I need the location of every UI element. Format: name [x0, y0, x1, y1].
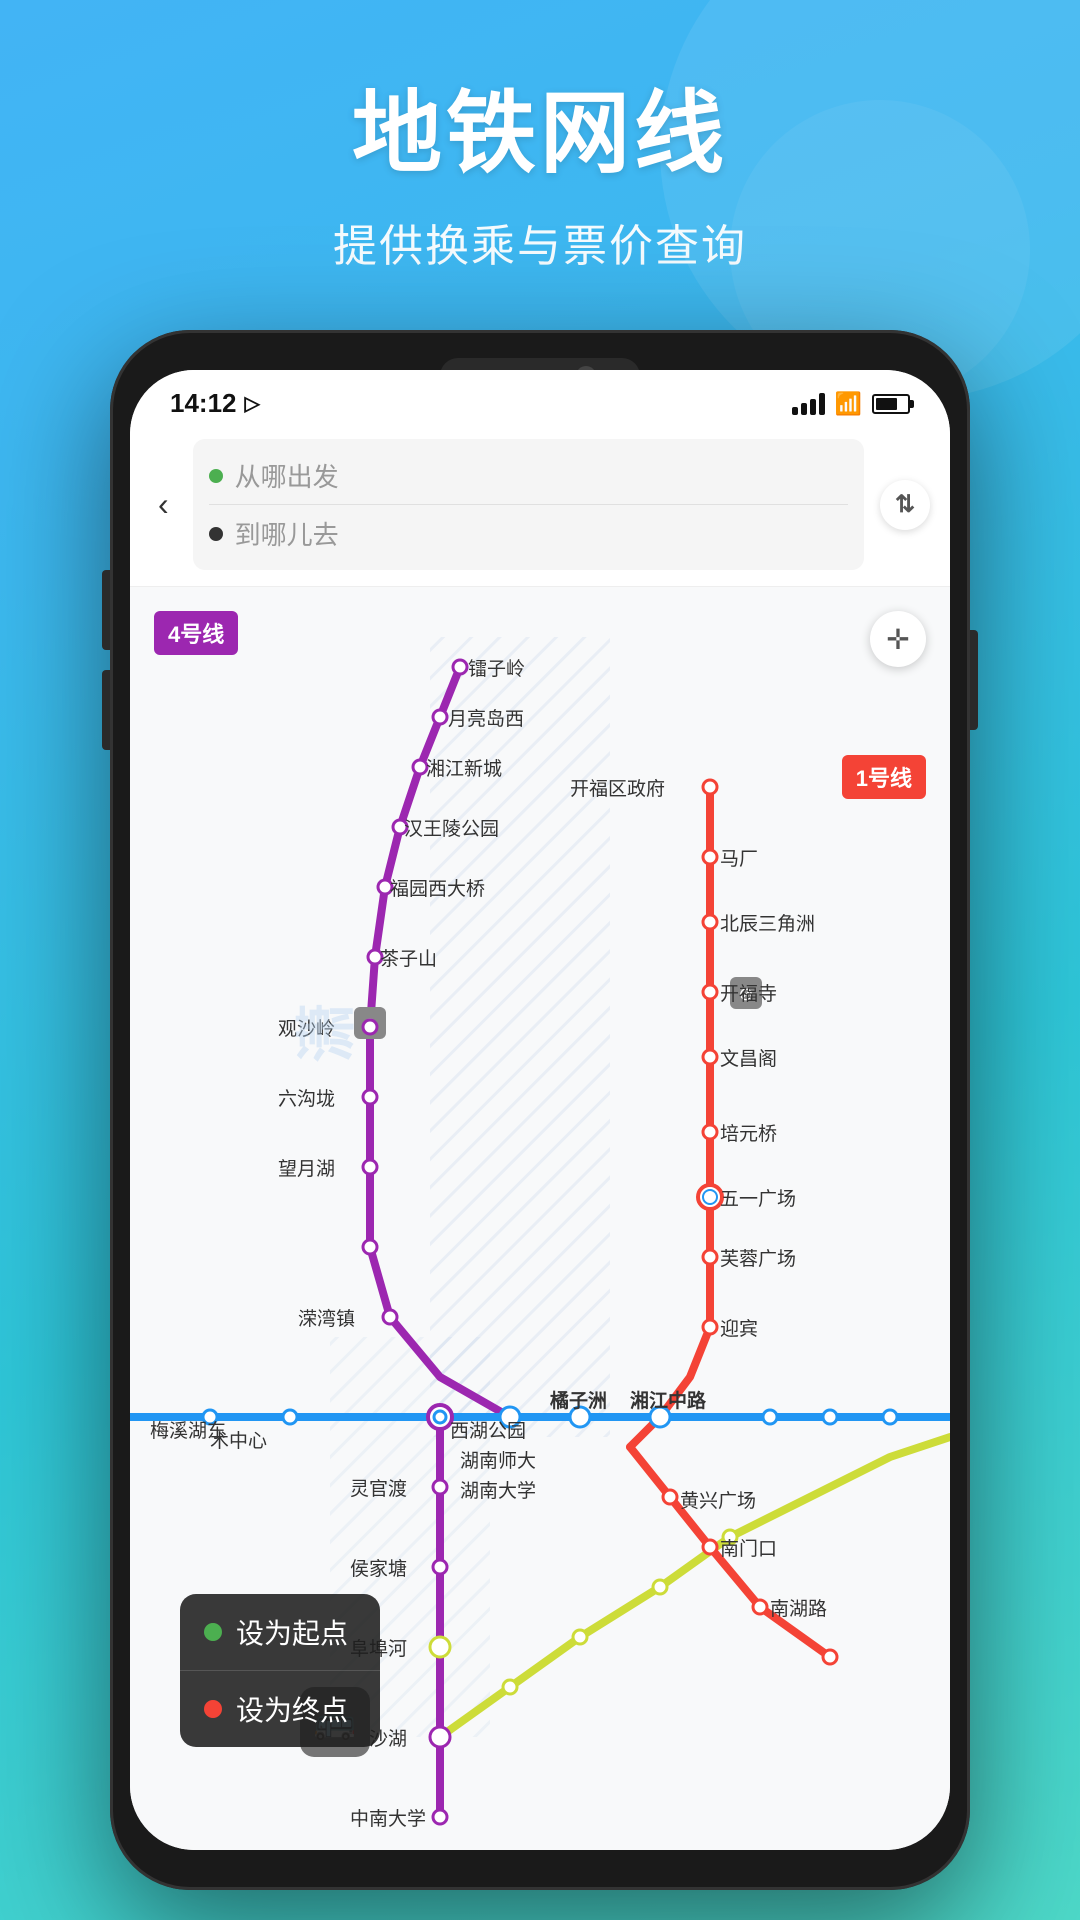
svg-text:西湖公园: 西湖公园 [450, 1420, 526, 1442]
svg-text:六沟垅: 六沟垅 [278, 1088, 335, 1110]
svg-text:望月湖: 望月湖 [278, 1158, 335, 1180]
svg-text:橘子洲: 橘子洲 [549, 1389, 607, 1412]
app-title: 地铁网线 [40, 60, 1040, 190]
wifi-icon: 📶 [835, 391, 862, 417]
status-time: 14:12 ▷ [170, 388, 260, 419]
set-end-item[interactable]: 设为终点 [180, 1671, 380, 1747]
svg-text:北辰三角洲: 北辰三角洲 [720, 913, 815, 935]
svg-text:湖南大学: 湖南大学 [460, 1480, 536, 1502]
swap-button[interactable]: ⇅ [880, 480, 930, 530]
to-placeholder: 到哪儿去 [235, 515, 339, 552]
signal-icon [792, 393, 825, 415]
svg-text:开福区政府: 开福区政府 [570, 778, 665, 800]
navigation-icon: ▷ [245, 391, 260, 416]
svg-text:开福寺: 开福寺 [720, 983, 777, 1005]
svg-text:灵官渡: 灵官渡 [350, 1478, 407, 1500]
phone-screen: 14:12 ▷ 📶 ‹ [130, 370, 950, 1850]
svg-text:湘江新城: 湘江新城 [426, 758, 502, 780]
line4-badge: 4号线 [154, 611, 238, 655]
battery-icon [872, 394, 910, 414]
svg-text:南门口: 南门口 [720, 1538, 777, 1560]
search-area: ‹ 从哪出发 到哪儿去 ⇅ [130, 429, 950, 587]
svg-text:五一广场: 五一广场 [720, 1188, 796, 1210]
swap-icon: ⇅ [895, 490, 915, 519]
end-dot-icon [204, 1700, 222, 1718]
locator-icon: ✛ [886, 623, 909, 656]
svg-text:侯家塘: 侯家塘 [350, 1558, 407, 1580]
from-dot-icon [209, 469, 223, 483]
set-end-label: 设为终点 [236, 1689, 348, 1729]
svg-text:南湖路: 南湖路 [770, 1598, 827, 1620]
volume-down-button[interactable] [102, 670, 110, 750]
app-subtitle: 提供换乘与票价查询 [40, 210, 1040, 274]
context-menu: 设为起点 设为终点 [180, 1594, 380, 1747]
svg-text:迎宾: 迎宾 [720, 1318, 758, 1340]
time-display: 14:12 [170, 388, 237, 419]
svg-text:溁湾镇: 溁湾镇 [298, 1308, 355, 1330]
from-placeholder: 从哪出发 [235, 457, 339, 494]
svg-text:湘江中路: 湘江中路 [630, 1389, 707, 1412]
set-start-label: 设为起点 [236, 1612, 348, 1652]
power-button[interactable] [970, 630, 978, 730]
to-field-row[interactable]: 到哪儿去 [209, 505, 848, 562]
svg-text:文昌阁: 文昌阁 [720, 1048, 777, 1070]
svg-text:黄兴广场: 黄兴广场 [680, 1490, 756, 1512]
svg-text:福园西大桥: 福园西大桥 [390, 878, 485, 900]
svg-text:湖南师大: 湖南师大 [460, 1450, 536, 1472]
map-area[interactable]: 潇 [130, 587, 950, 1850]
svg-text:月亮岛西: 月亮岛西 [448, 708, 524, 730]
start-dot-icon [204, 1623, 222, 1641]
search-fields: 从哪出发 到哪儿去 [193, 439, 864, 570]
svg-text:茶子山: 茶子山 [380, 948, 437, 970]
svg-text:芙蓉广场: 芙蓉广场 [720, 1248, 796, 1270]
volume-up-button[interactable] [102, 570, 110, 650]
line1-badge: 1号线 [842, 755, 926, 799]
status-bar: 14:12 ▷ 📶 [130, 370, 950, 429]
svg-text:术中心: 术中心 [210, 1430, 267, 1452]
from-field-row[interactable]: 从哪出发 [209, 447, 848, 505]
svg-text:观沙岭: 观沙岭 [278, 1018, 335, 1040]
to-dot-icon [209, 527, 223, 541]
back-button[interactable]: ‹ [150, 478, 177, 531]
status-icons: 📶 [792, 391, 910, 417]
svg-text:马厂: 马厂 [720, 849, 758, 870]
map-locator-button[interactable]: ✛ [870, 611, 926, 667]
svg-text:镭子岭: 镭子岭 [468, 658, 525, 680]
set-start-item[interactable]: 设为起点 [180, 1594, 380, 1671]
svg-text:中南大学: 中南大学 [350, 1808, 426, 1830]
svg-text:汉王陵公园: 汉王陵公园 [404, 818, 499, 840]
svg-text:培元桥: 培元桥 [720, 1123, 777, 1145]
